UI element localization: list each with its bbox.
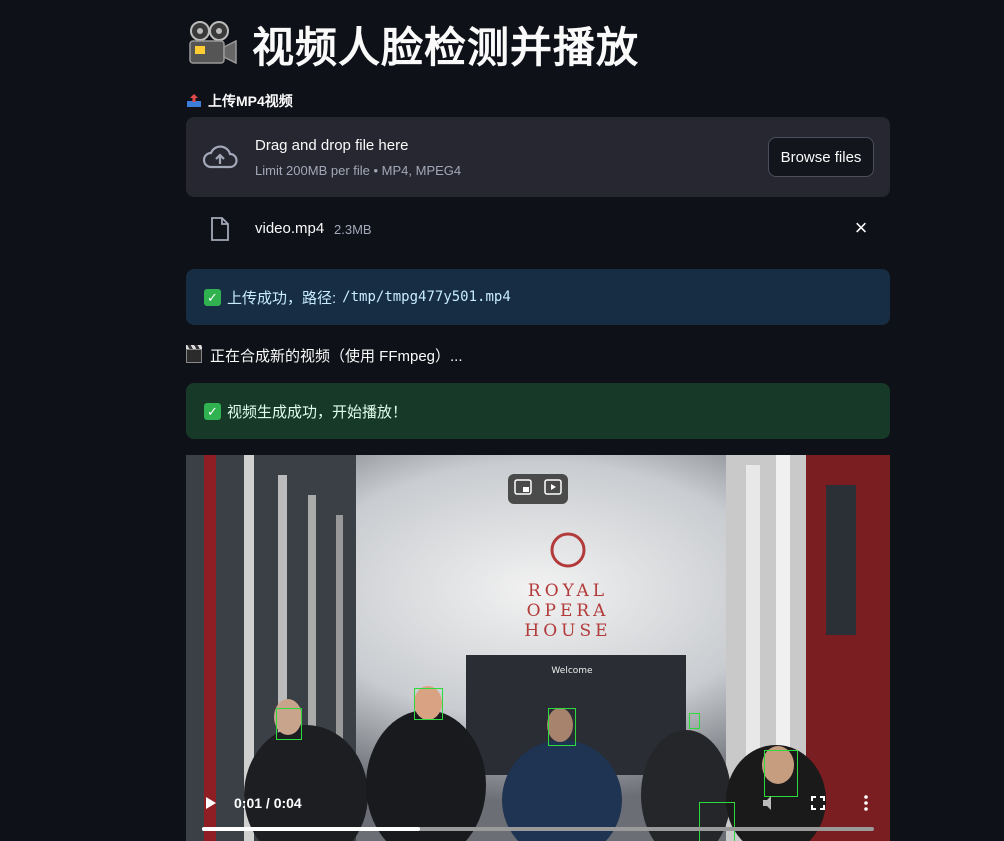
video-player[interactable]: ROYAL OPERA HOUSE Welcome 0:01 / 0:04 xyxy=(186,455,890,841)
sign-line-2: OPERA xyxy=(527,601,610,621)
more-options-icon[interactable] xyxy=(856,793,876,813)
upload-path: /tmp/tmpg477y501.mp4 xyxy=(342,289,511,305)
face-detection-box xyxy=(689,713,700,729)
browse-files-button[interactable]: Browse files xyxy=(768,137,874,177)
uploaded-file-row: video.mp4 2.3MB × xyxy=(186,205,890,253)
sign-line-1: ROYAL xyxy=(528,581,608,601)
page-title: 视频人脸检测并播放 xyxy=(252,22,640,72)
cloud-upload-icon xyxy=(202,139,238,175)
face-detection-box xyxy=(548,708,576,746)
file-size: 2.3MB xyxy=(334,222,372,237)
remove-file-close-icon[interactable]: × xyxy=(850,217,872,239)
video-ai-icon[interactable] xyxy=(544,478,562,500)
sign-line-3: HOUSE xyxy=(524,621,611,641)
picture-in-picture-icon[interactable] xyxy=(514,478,532,500)
play-icon[interactable] xyxy=(204,795,218,811)
dropzone-title: Drag and drop file here xyxy=(255,137,409,154)
video-controls: 0:01 / 0:04 xyxy=(186,785,890,841)
processing-status-text: 正在合成新的视频（使用 FFmpeg）... xyxy=(210,348,463,365)
check-mark-icon: ✓ xyxy=(204,402,221,420)
video-success-text: 视频生成成功，开始播放！ xyxy=(227,403,408,421)
video-progress-fill xyxy=(202,827,421,831)
video-overlay-toolbar xyxy=(508,474,568,504)
file-name: video.mp4 xyxy=(255,220,325,237)
volume-icon[interactable] xyxy=(760,793,780,813)
face-detection-box xyxy=(276,708,302,740)
upload-success-text: 上传成功，路径: xyxy=(227,289,337,307)
video-time: 0:01 / 0:04 xyxy=(234,795,302,811)
upload-success-alert: ✓ 上传成功，路径: /tmp/tmpg477y501.mp4 xyxy=(186,269,890,325)
welcome-sign: Welcome xyxy=(551,666,593,676)
file-dropzone[interactable]: Drag and drop file here Limit 200MB per … xyxy=(186,117,890,197)
page-header: 视频人脸检测并播放 xyxy=(186,14,639,74)
upload-label-text: 上传MP4视频 xyxy=(208,93,293,109)
movie-camera-icon xyxy=(186,19,238,69)
file-icon xyxy=(210,217,230,241)
inbox-tray-icon xyxy=(186,94,202,108)
fullscreen-icon[interactable] xyxy=(808,793,828,813)
check-mark-icon: ✓ xyxy=(204,288,221,306)
face-detection-box xyxy=(414,688,443,720)
video-progress-bar[interactable] xyxy=(202,827,874,831)
processing-status: 正在合成新的视频（使用 FFmpeg）... xyxy=(186,344,463,366)
clapper-board-icon xyxy=(186,344,202,363)
video-success-alert: ✓ 视频生成成功，开始播放！ xyxy=(186,383,890,439)
upload-label: 上传MP4视频 xyxy=(186,91,293,111)
dropzone-limit: Limit 200MB per file • MP4, MPEG4 xyxy=(255,163,462,178)
